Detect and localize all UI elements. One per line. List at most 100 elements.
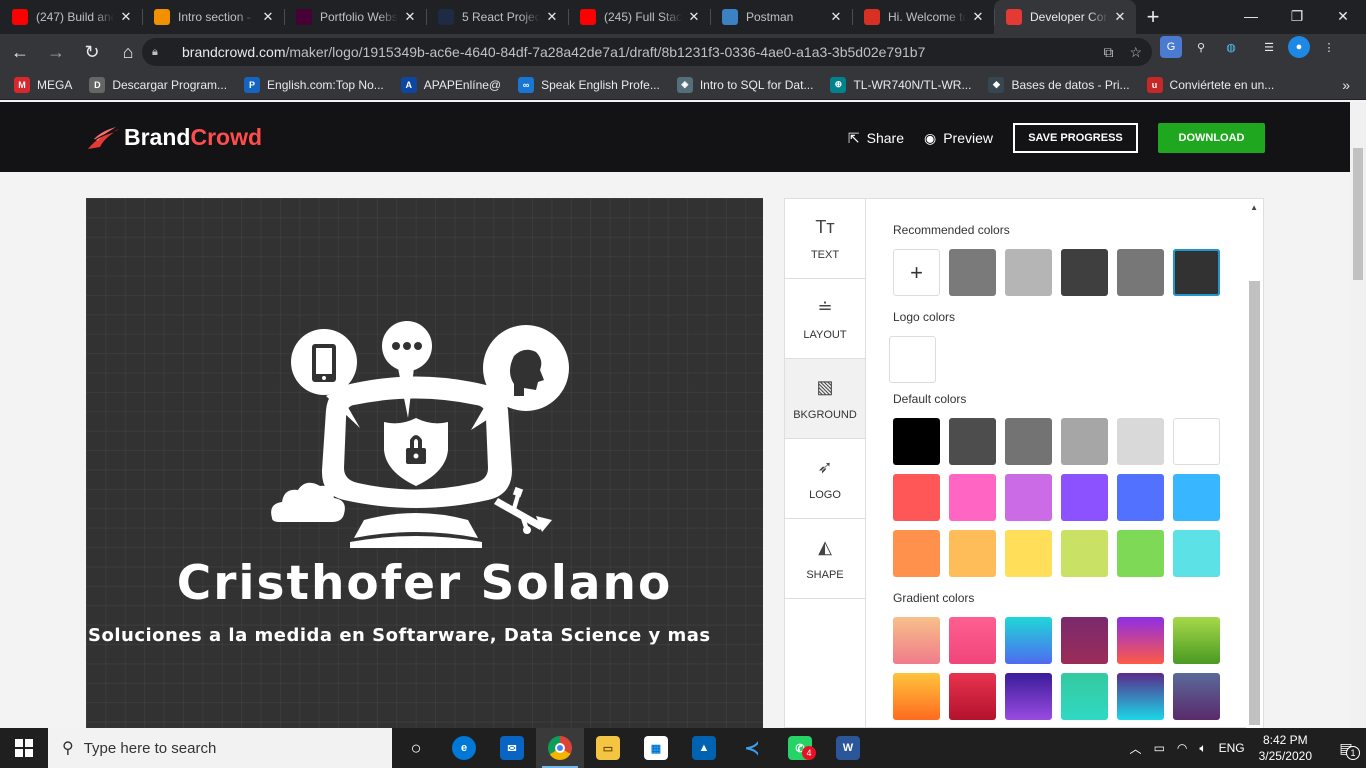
bookmark-item[interactable]: ◆ Bases de datos - Pri... bbox=[988, 76, 1130, 93]
logo-canvas[interactable]: Cristhofer Solano Soluciones a la medida… bbox=[86, 198, 763, 728]
browser-tab[interactable]: (245) Full Stack ✕ bbox=[568, 0, 710, 34]
minimize-icon[interactable]: — bbox=[1228, 0, 1274, 32]
default-color-swatch[interactable] bbox=[1061, 474, 1108, 521]
bookmark-item[interactable]: A APAPEnlíne@ bbox=[400, 76, 501, 93]
taskbar-clock[interactable]: 8:42 PM 3/25/2020 bbox=[1259, 732, 1312, 764]
browser-tab[interactable]: 5 React Project ✕ bbox=[426, 0, 568, 34]
gradient-color-swatch[interactable] bbox=[1005, 673, 1052, 720]
default-color-swatch[interactable] bbox=[1173, 418, 1220, 465]
reload-icon[interactable]: ↻ bbox=[76, 36, 108, 68]
wifi-icon[interactable]: ◠ bbox=[1177, 741, 1187, 755]
panel-scrollbar[interactable]: ▲ bbox=[1246, 199, 1263, 729]
brandcrowd-logo[interactable]: Brand Crowd bbox=[86, 124, 262, 151]
logo-color-swatch[interactable] bbox=[889, 336, 936, 383]
share-button[interactable]: ⇱ Share bbox=[848, 130, 904, 147]
gradient-color-swatch[interactable] bbox=[949, 617, 996, 664]
browser-tab[interactable]: Portfolio Webs ✕ bbox=[284, 0, 426, 34]
gradient-color-swatch[interactable] bbox=[1005, 617, 1052, 664]
menu-kebab-icon[interactable]: ⋮ bbox=[1318, 36, 1340, 58]
action-center-button[interactable]: ▤ 1 bbox=[1326, 728, 1366, 768]
tab-close-icon[interactable]: ✕ bbox=[260, 9, 276, 25]
language-indicator[interactable]: ENG bbox=[1219, 741, 1245, 755]
panel-tab-logo[interactable]: ➶ LOGO bbox=[785, 439, 865, 519]
panel-tab-shape[interactable]: ◭ SHAPE bbox=[785, 519, 865, 599]
recommended-color-swatch[interactable] bbox=[1061, 249, 1108, 296]
profile-avatar-icon[interactable]: ● bbox=[1288, 36, 1310, 58]
tab-close-icon[interactable]: ✕ bbox=[970, 9, 986, 25]
gradient-color-swatch[interactable] bbox=[1117, 673, 1164, 720]
tab-close-icon[interactable]: ✕ bbox=[118, 9, 134, 25]
taskbar-store[interactable]: ▦ bbox=[632, 728, 680, 768]
taskbar-whatsapp[interactable]: ✆ 4 bbox=[776, 728, 824, 768]
restore-icon[interactable]: ❐ bbox=[1274, 0, 1320, 32]
back-icon[interactable]: ← bbox=[4, 36, 36, 68]
taskbar-mail[interactable]: ✉ bbox=[488, 728, 536, 768]
show-hidden-icons[interactable]: ︿ bbox=[1130, 740, 1142, 757]
tab-close-icon[interactable]: ✕ bbox=[686, 9, 702, 25]
forward-icon[interactable]: → bbox=[40, 36, 72, 68]
battery-icon[interactable]: ▭ bbox=[1154, 741, 1165, 755]
scroll-up-icon[interactable]: ▲ bbox=[1250, 203, 1258, 212]
page-scrollbar[interactable] bbox=[1350, 102, 1366, 728]
taskbar-photos[interactable]: ▲ bbox=[680, 728, 728, 768]
tab-close-icon[interactable]: ✕ bbox=[1112, 9, 1128, 25]
tab-close-icon[interactable]: ✕ bbox=[544, 9, 560, 25]
default-color-swatch[interactable] bbox=[1117, 530, 1164, 577]
gradient-color-swatch[interactable] bbox=[1173, 673, 1220, 720]
taskbar-search-box[interactable]: ⚲ Type here to search bbox=[48, 728, 392, 768]
tab-close-icon[interactable]: ✕ bbox=[828, 9, 844, 25]
bookmarks-overflow-icon[interactable]: » bbox=[1342, 77, 1350, 93]
home-icon[interactable]: ⌂ bbox=[112, 36, 144, 68]
panel-scroll-thumb[interactable] bbox=[1249, 281, 1260, 725]
page-scroll-thumb[interactable] bbox=[1353, 148, 1363, 280]
recommended-color-swatch[interactable] bbox=[1005, 249, 1052, 296]
logo-name-text[interactable]: Cristhofer Solano bbox=[86, 556, 763, 611]
new-tab-button[interactable]: + bbox=[1136, 0, 1170, 34]
default-color-swatch[interactable] bbox=[1005, 418, 1052, 465]
globe-extension-icon[interactable]: ◍ bbox=[1220, 36, 1242, 58]
recommended-color-swatch[interactable] bbox=[1117, 249, 1164, 296]
taskbar-edge[interactable]: e bbox=[440, 728, 488, 768]
preview-button[interactable]: ◉ Preview bbox=[924, 130, 993, 147]
bookmark-item[interactable]: u Conviértete en un... bbox=[1146, 76, 1274, 93]
bookmark-item[interactable]: M MEGA bbox=[14, 76, 72, 93]
gradient-color-swatch[interactable] bbox=[1061, 617, 1108, 664]
browser-tab[interactable]: Postman ✕ bbox=[710, 0, 852, 34]
browser-tab[interactable]: (247) Build and ✕ bbox=[0, 0, 142, 34]
default-color-swatch[interactable] bbox=[1117, 418, 1164, 465]
taskbar-vscode[interactable]: ≺ bbox=[728, 728, 776, 768]
taskbar-word[interactable]: W bbox=[824, 728, 872, 768]
default-color-swatch[interactable] bbox=[1061, 418, 1108, 465]
gradient-color-swatch[interactable] bbox=[1061, 673, 1108, 720]
recommended-color-swatch[interactable] bbox=[949, 249, 996, 296]
translate-extension-icon[interactable]: G bbox=[1160, 36, 1182, 58]
default-color-swatch[interactable] bbox=[1061, 530, 1108, 577]
task-view-button[interactable]: ○ bbox=[392, 728, 440, 768]
logo-tagline-text[interactable]: Soluciones a la medida en Softarware, Da… bbox=[88, 625, 763, 646]
default-color-swatch[interactable] bbox=[893, 418, 940, 465]
gradient-color-swatch[interactable] bbox=[1173, 617, 1220, 664]
default-color-swatch[interactable] bbox=[949, 474, 996, 521]
default-color-swatch[interactable] bbox=[893, 474, 940, 521]
security-monitor-emblem-icon[interactable] bbox=[266, 310, 586, 550]
default-color-swatch[interactable] bbox=[893, 530, 940, 577]
panel-tab-text[interactable]: Tт TEXT bbox=[785, 199, 865, 279]
browser-tab[interactable]: Intro section - ✕ bbox=[142, 0, 284, 34]
default-color-swatch[interactable] bbox=[949, 418, 996, 465]
default-color-swatch[interactable] bbox=[1173, 474, 1220, 521]
gradient-color-swatch[interactable] bbox=[893, 617, 940, 664]
default-color-swatch[interactable] bbox=[1173, 530, 1220, 577]
default-color-swatch[interactable] bbox=[949, 530, 996, 577]
taskbar-chrome[interactable] bbox=[536, 728, 584, 768]
gradient-color-swatch[interactable] bbox=[949, 673, 996, 720]
bookmark-item[interactable]: D Descargar Program... bbox=[89, 76, 227, 93]
default-color-swatch[interactable] bbox=[1005, 474, 1052, 521]
gradient-color-swatch[interactable] bbox=[893, 673, 940, 720]
translate-icon[interactable]: ⧉ bbox=[1103, 44, 1113, 61]
close-window-icon[interactable]: ✕ bbox=[1320, 0, 1366, 32]
save-progress-button[interactable]: SAVE PROGRESS bbox=[1013, 123, 1138, 153]
volume-icon[interactable]: 🔈︎ bbox=[1199, 741, 1206, 756]
panel-tab-bkground[interactable]: ▧ BKGROUND bbox=[785, 359, 865, 439]
address-bar[interactable]: 🔒︎ brandcrowd.com/maker/logo/1915349b-ac… bbox=[142, 38, 1152, 66]
default-color-swatch[interactable] bbox=[1005, 530, 1052, 577]
